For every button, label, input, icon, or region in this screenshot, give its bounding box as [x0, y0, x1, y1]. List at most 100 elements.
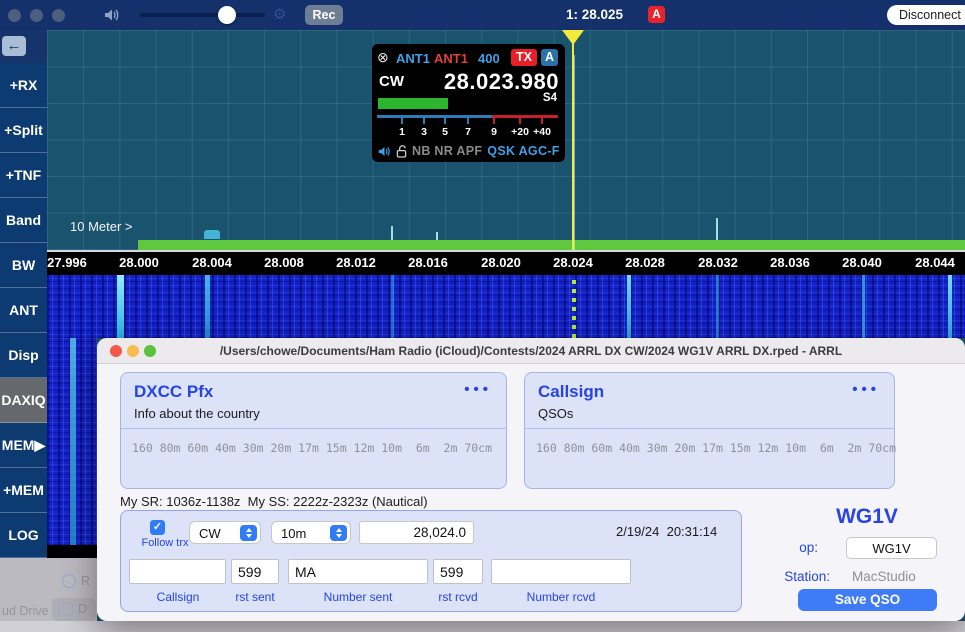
number-sent-label: Number sent [324, 590, 393, 604]
tx-badge[interactable]: TX [511, 49, 537, 66]
sidebar-item-ant[interactable]: ANT [0, 288, 47, 333]
meter-tickmark [519, 118, 521, 124]
volume-slider-knob[interactable] [218, 6, 236, 24]
gear-icon[interactable]: ⚙ [273, 5, 286, 23]
waterfall-streak [862, 273, 865, 338]
s-meter-bar [378, 98, 448, 109]
meter-tickmark [401, 118, 403, 124]
band-select[interactable]: 10m [271, 521, 351, 544]
frequency-scale[interactable]: 27.996 28.000 28.004 28.008 28.012 28.01… [47, 250, 965, 275]
freq-tick: 28.012 [336, 255, 376, 270]
waterfall-streak [716, 273, 719, 338]
dxcc-panel: DXCC Pfx ••• Info about the country 160 … [120, 372, 507, 489]
stepper-icon[interactable] [330, 525, 347, 541]
meter-tickmark [541, 118, 543, 124]
sidebar-item-tnf[interactable]: +TNF [0, 153, 47, 198]
sidebar-item-daxiq[interactable]: DAXIQ [0, 378, 47, 423]
sidebar-item-disp[interactable]: Disp [0, 333, 47, 378]
meter-tickmark [423, 118, 425, 124]
frequency-display[interactable]: 28.023.980 [444, 69, 559, 95]
sidebar-item-band[interactable]: Band [0, 198, 47, 243]
freq-tick: 28.004 [192, 255, 232, 270]
smartsdr-app: 10 Meter > 27.996 28.000 28.004 28.008 2… [0, 0, 965, 632]
record-button[interactable]: Rec [305, 5, 343, 25]
meter-tick-label: +20 [511, 126, 529, 138]
log-window-titlebar[interactable]: /Users/chowe/Documents/Ham Radio (iCloud… [97, 338, 965, 364]
speaker-icon[interactable] [104, 7, 120, 23]
collapse-sidebar-button[interactable]: ← [2, 36, 26, 56]
finder-icloud-label: ud Drive [2, 604, 49, 618]
sidebar-item-bw[interactable]: BW [0, 243, 47, 288]
waterfall-streak [948, 273, 952, 338]
finder-documents-label: D [78, 602, 87, 616]
waterfall-streak-active [572, 273, 576, 338]
tuning-marker-line [572, 44, 574, 250]
close-icon[interactable]: ⊗ [377, 49, 389, 66]
sidebar-item-add-rx[interactable]: +RX [0, 63, 47, 108]
freq-tick: 28.000 [119, 255, 159, 270]
slice-letter-badge[interactable]: A [541, 49, 558, 66]
unlock-icon[interactable] [396, 145, 407, 158]
audio-mute-icon[interactable] [378, 145, 391, 158]
freq-tick: 28.032 [698, 255, 738, 270]
disconnect-button[interactable]: Disconnect [887, 5, 965, 25]
dsp-flags-active[interactable]: QSK AGC-F [487, 144, 559, 158]
sidebar-item-log[interactable]: LOG [0, 513, 47, 558]
band-limit-strip [138, 240, 965, 250]
number-rcvd-field[interactable] [491, 559, 631, 584]
meter-tick-label: 5 [442, 126, 448, 138]
signal-spike [716, 218, 718, 240]
rst-rcvd-field[interactable] [433, 559, 483, 584]
tx-antenna-button[interactable]: ANT1 [434, 51, 468, 66]
sidebar-button-list: +RX +Split +TNF Band BW ANT Disp DAXIQ M… [0, 63, 47, 558]
band-select-value: 10m [281, 526, 306, 541]
waterfall-streak [70, 338, 76, 545]
frequency-field[interactable] [359, 521, 474, 544]
meter-tickmark [493, 118, 495, 124]
number-sent-field[interactable] [288, 559, 428, 584]
dxcc-band-list: 160 80m 60m 40m 30m 20m 17m 15m 12m 10m … [132, 441, 492, 455]
follow-trx-checkbox[interactable]: ✓ [150, 520, 165, 535]
slice-flag-panel: ⊗ ANT1 ANT1 400 TX A CW 28.023.980 S4 1 … [372, 44, 565, 162]
waterfall-streak [205, 273, 210, 338]
waterfall-streak [117, 273, 124, 338]
freq-tick: 28.008 [264, 255, 304, 270]
tuning-marker-handle[interactable] [562, 30, 584, 45]
sidebar-item-add-mem[interactable]: +MEM [0, 468, 47, 513]
waterfall-display[interactable] [47, 273, 965, 338]
s-meter-scale-low [377, 115, 492, 118]
rst-sent-label: rst sent [235, 590, 274, 604]
power-level[interactable]: 400 [478, 51, 500, 66]
mode-display[interactable]: CW [379, 73, 404, 90]
sidebar-item-mem[interactable]: MEM▶ [0, 423, 47, 468]
meter-tick-label: 3 [421, 126, 427, 138]
signal-spike [391, 226, 393, 240]
callsign-field[interactable] [129, 559, 226, 584]
sidebar-item-split[interactable]: +Split [0, 108, 47, 153]
dxcc-panel-subtitle: Info about the country [134, 406, 260, 421]
mode-select[interactable]: CW [189, 521, 261, 544]
callsign-panel-menu-icon[interactable]: ••• [852, 381, 880, 398]
stepper-icon[interactable] [240, 525, 257, 541]
divider [525, 428, 894, 429]
rx-antenna-button[interactable]: ANT1 [396, 51, 430, 66]
waterfall-streak [627, 273, 631, 338]
qso-entry-box: ✓ Follow trx CW 10m 2/19/24 20:31:14 Cal… [120, 510, 742, 612]
window-close-button[interactable] [8, 9, 21, 22]
window-minimize-button[interactable] [30, 9, 43, 22]
number-rcvd-label: Number rcvd [527, 590, 596, 604]
op-field[interactable] [846, 537, 937, 559]
rst-sent-field[interactable] [231, 559, 279, 584]
callsign-panel: Callsign ••• QSOs 160 80m 60m 40m 30m 20… [524, 372, 895, 489]
rst-rcvd-label: rst rcvd [438, 590, 477, 604]
callsign-band-list: 160 80m 60m 40m 30m 20m 17m 15m 12m 10m … [536, 441, 896, 455]
freq-tick: 28.036 [770, 255, 810, 270]
save-qso-button[interactable]: Save QSO [798, 589, 937, 611]
dxcc-panel-title: DXCC Pfx [134, 382, 213, 402]
dsp-flags-inactive[interactable]: NB NR APF [412, 144, 482, 158]
freq-tick: 28.040 [842, 255, 882, 270]
volume-slider[interactable] [140, 13, 265, 17]
dxcc-panel-menu-icon[interactable]: ••• [464, 381, 492, 398]
window-zoom-button[interactable] [52, 9, 65, 22]
band-edge-label: 10 Meter > [70, 219, 133, 234]
